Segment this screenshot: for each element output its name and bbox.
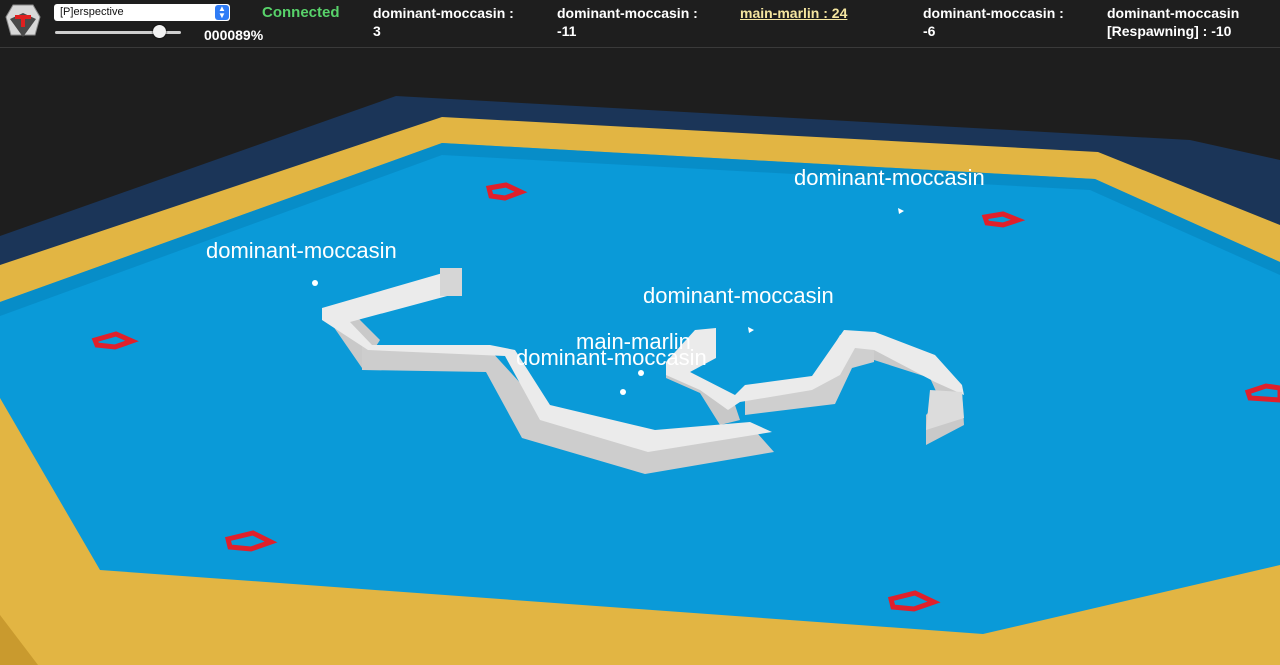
scoreboard-entry: dominant-moccasin : -6 bbox=[923, 5, 1064, 39]
zoom-percent: 000089% bbox=[204, 27, 264, 43]
player-bullet-icon bbox=[638, 370, 644, 376]
scoreboard-entry-self[interactable]: main-marlin : 24 bbox=[740, 4, 847, 22]
tank-logo-icon bbox=[5, 4, 41, 37]
player-name-label: dominant-moccasin bbox=[643, 283, 834, 308]
top-hud: [P]erspective ▲ ▼ 000089% Connected domin… bbox=[0, 0, 1280, 48]
camera-mode-value: [P]erspective bbox=[60, 6, 124, 18]
select-arrows-icon: ▲ ▼ bbox=[215, 5, 229, 20]
scoreboard-entry: dominant-moccasin [Respawning] : -10 bbox=[1107, 5, 1240, 39]
camera-mode-select[interactable]: [P]erspective ▲ ▼ bbox=[54, 4, 230, 21]
player-bullet-icon bbox=[312, 280, 318, 286]
scoreboard-entry: dominant-moccasin : -11 bbox=[557, 5, 698, 39]
zoom-slider-thumb[interactable] bbox=[153, 25, 166, 38]
scoreboard-entry: dominant-moccasin : 3 bbox=[373, 5, 514, 39]
zoom-slider[interactable] bbox=[55, 24, 181, 40]
player-bullet-icon bbox=[620, 389, 626, 395]
player-name-label: dominant-moccasin bbox=[206, 238, 397, 263]
player-name-label: dominant-moccasin bbox=[794, 165, 985, 190]
player-name-label: dominant-moccasin bbox=[516, 345, 707, 370]
connection-status: Connected bbox=[262, 4, 340, 21]
game-arena-canvas[interactable]: dominant-moccasin dominant-moccasin domi… bbox=[0, 48, 1280, 665]
